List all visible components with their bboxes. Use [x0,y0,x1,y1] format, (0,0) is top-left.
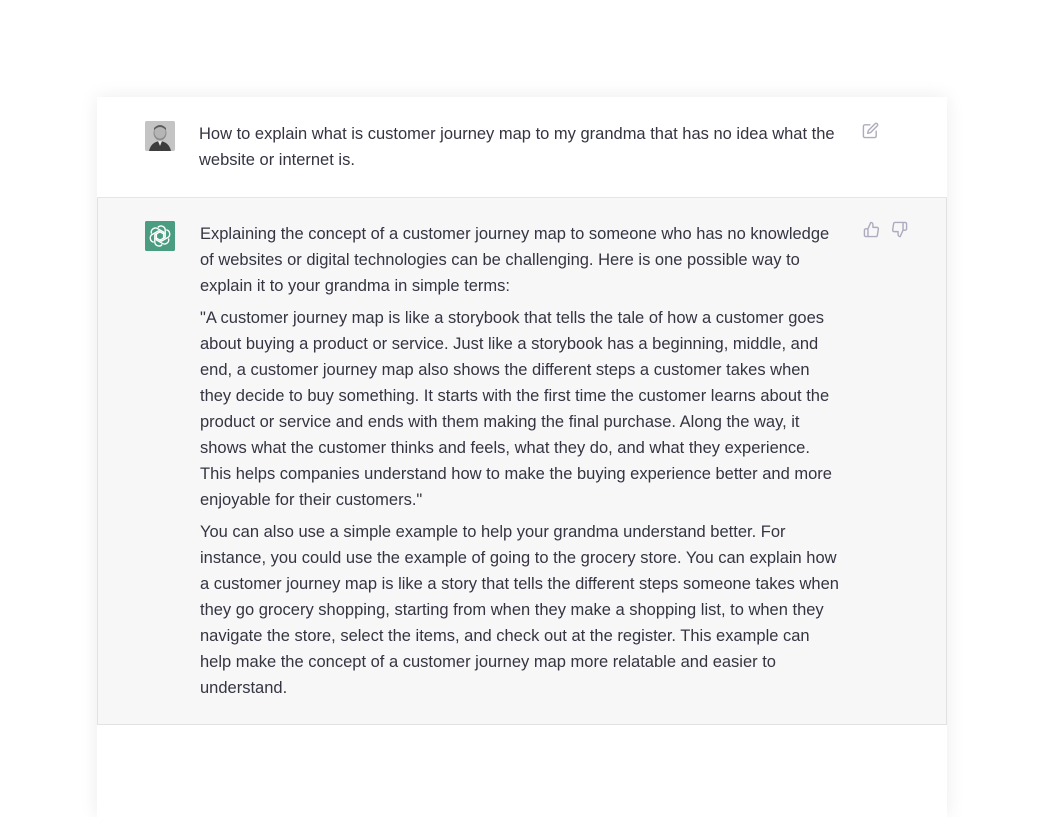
assistant-avatar [145,221,175,251]
assistant-message-text: Explaining the concept of a customer jou… [200,221,840,707]
user-message-text: How to explain what is customer journey … [199,125,835,169]
openai-logo-icon [145,221,175,251]
assistant-message: Explaining the concept of a customer jou… [97,198,947,725]
chat-thread: How to explain what is customer journey … [97,97,947,817]
thumbs-up-button[interactable] [862,220,880,238]
assistant-paragraph: "A customer journey map is like a storyb… [200,309,832,509]
assistant-paragraph: Explaining the concept of a customer jou… [200,225,830,295]
assistant-paragraph: You can also use a simple example to hel… [200,523,839,697]
thumbs-up-icon [863,221,879,237]
edit-icon [862,122,878,138]
user-avatar [145,121,175,151]
assistant-message-actions [862,220,908,238]
edit-button[interactable] [861,121,879,139]
thumbs-down-button[interactable] [890,220,908,238]
user-avatar-photo [145,121,175,151]
user-message-actions [861,121,879,139]
thumbs-down-icon [891,221,907,237]
user-message: How to explain what is customer journey … [97,97,947,198]
